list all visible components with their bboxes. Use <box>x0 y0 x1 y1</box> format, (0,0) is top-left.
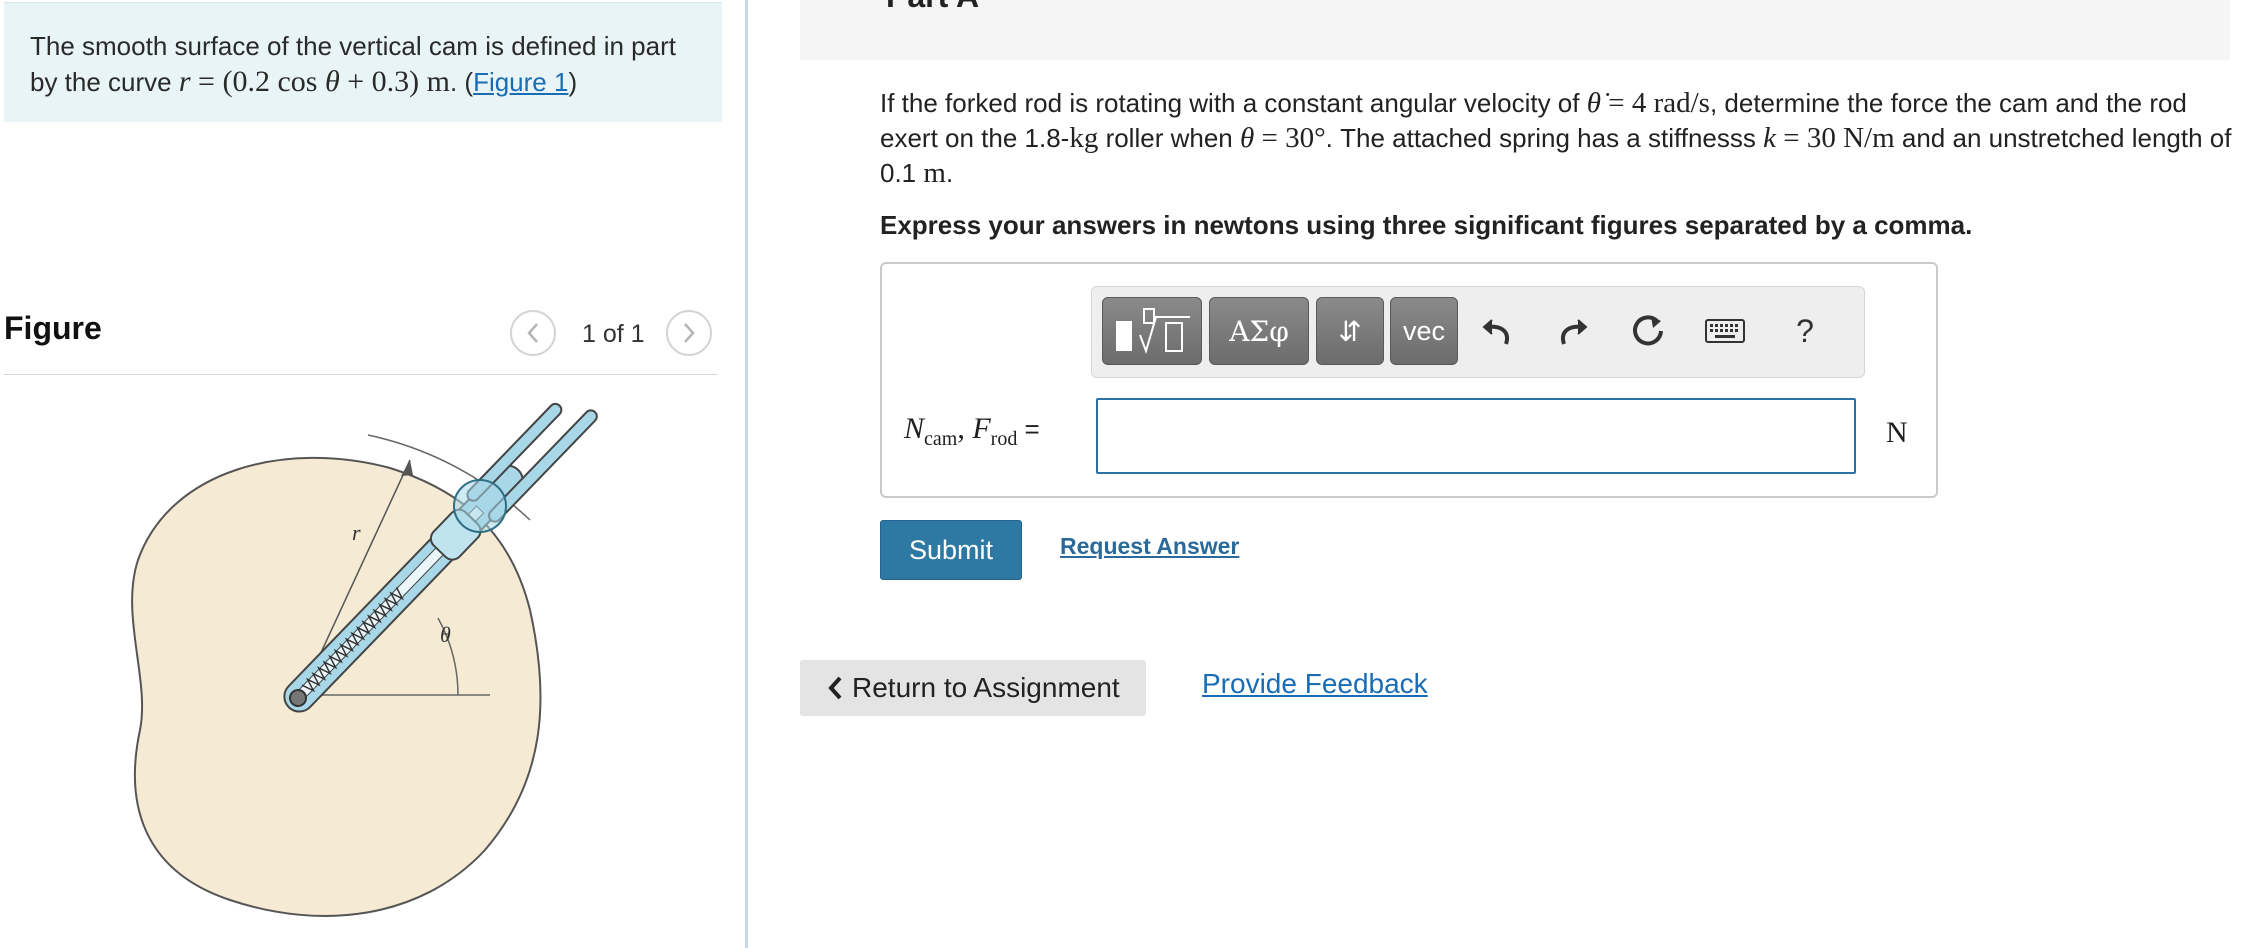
keyboard-button[interactable] <box>1698 301 1752 361</box>
provide-feedback-link[interactable]: Provide Feedback <box>1202 668 1428 700</box>
math-kg: kg <box>1069 122 1099 154</box>
math-stiffness-value: = 30 N/m <box>1775 122 1895 154</box>
figure-header: Figure 1 of 1 <box>4 296 718 375</box>
submit-button[interactable]: Submit <box>880 520 1022 580</box>
label-r: r <box>352 520 361 545</box>
math-theta-dot: θ̇ <box>1586 87 1601 119</box>
label-f-sub: rod <box>990 428 1018 450</box>
help-button[interactable]: ? <box>1778 301 1832 361</box>
math-theta: θ <box>1239 122 1255 154</box>
intro-math-rest: + 0.3) m <box>339 65 450 98</box>
math-m: m <box>923 157 946 189</box>
figure-counter: 1 of 1 <box>582 320 645 348</box>
label-f: F <box>972 412 991 445</box>
answer-unit: N <box>1886 416 1908 449</box>
arrows-button[interactable]: ⇵ <box>1316 297 1384 365</box>
answer-instruction: Express your answers in newtons using th… <box>880 210 1973 240</box>
templates-icon <box>1116 308 1190 355</box>
figure-link[interactable]: Figure 1 <box>473 67 568 97</box>
intro-text-3: ) <box>568 67 578 97</box>
problem-text-6: . <box>945 158 954 188</box>
label-theta: θ <box>440 622 451 647</box>
redo-icon <box>1561 319 1588 345</box>
return-to-assignment-button[interactable]: Return to Assignment <box>800 660 1146 716</box>
chevron-left-icon <box>527 323 538 343</box>
intro-math-r: r <box>178 65 191 98</box>
request-answer-link[interactable]: Request Answer <box>1060 533 1239 560</box>
undo-button[interactable] <box>1470 301 1524 361</box>
label-n-sub: cam <box>924 428 958 450</box>
pane-divider[interactable] <box>745 0 748 948</box>
answer-box: ΑΣφ ⇵ vec ? Ncam, Frod = N <box>880 262 1938 498</box>
part-header: Part A <box>800 0 2230 60</box>
radius-arrowhead <box>401 460 413 476</box>
problem-statement: If the forked rod is rotating with a con… <box>880 86 2240 191</box>
redo-button[interactable] <box>1546 301 1600 361</box>
figure-title: Figure <box>4 310 102 346</box>
greek-letters-button[interactable]: ΑΣφ <box>1209 297 1309 365</box>
keyboard-icon <box>1705 319 1745 343</box>
next-figure-button[interactable] <box>666 310 712 356</box>
intro-text-2: . ( <box>449 67 474 97</box>
chevron-left-icon <box>826 675 844 701</box>
label-n: N <box>904 412 925 445</box>
math-angular-velocity: = 4 rad/s <box>1600 87 1710 119</box>
math-k: k <box>1763 122 1776 154</box>
intro-math-eq: = (0.2 cos <box>190 65 325 98</box>
chevron-right-icon <box>684 323 695 343</box>
intro-math-theta: θ <box>324 65 340 98</box>
left-pane: The smooth surface of the vertical cam i… <box>0 0 745 948</box>
problem-text-4: . The attached spring has a stiffnesss <box>1325 123 1764 153</box>
undo-icon <box>1482 319 1509 345</box>
reset-button[interactable] <box>1622 301 1676 361</box>
reset-icon <box>1633 315 1663 346</box>
roller <box>453 479 507 533</box>
part-title: Part A <box>886 0 979 15</box>
math-toolbar: ΑΣφ ⇵ vec ? <box>1091 286 1865 378</box>
previous-figure-button[interactable] <box>510 310 556 356</box>
vector-button[interactable]: vec <box>1390 297 1458 365</box>
return-label: Return to Assignment <box>852 672 1120 703</box>
problem-text-1: If the forked rod is rotating with a con… <box>880 88 1587 118</box>
label-sep: , <box>957 412 973 445</box>
cam-figure: r θ <box>131 402 598 917</box>
answer-label: Ncam, Frod = <box>904 412 1040 451</box>
math-angle-value: = 30° <box>1254 122 1326 154</box>
templates-button[interactable] <box>1102 297 1202 365</box>
label-equals: = <box>1017 414 1040 444</box>
problem-intro: The smooth surface of the vertical cam i… <box>4 2 722 122</box>
problem-text-3: roller when <box>1098 123 1240 153</box>
answer-input[interactable] <box>1096 398 1856 474</box>
